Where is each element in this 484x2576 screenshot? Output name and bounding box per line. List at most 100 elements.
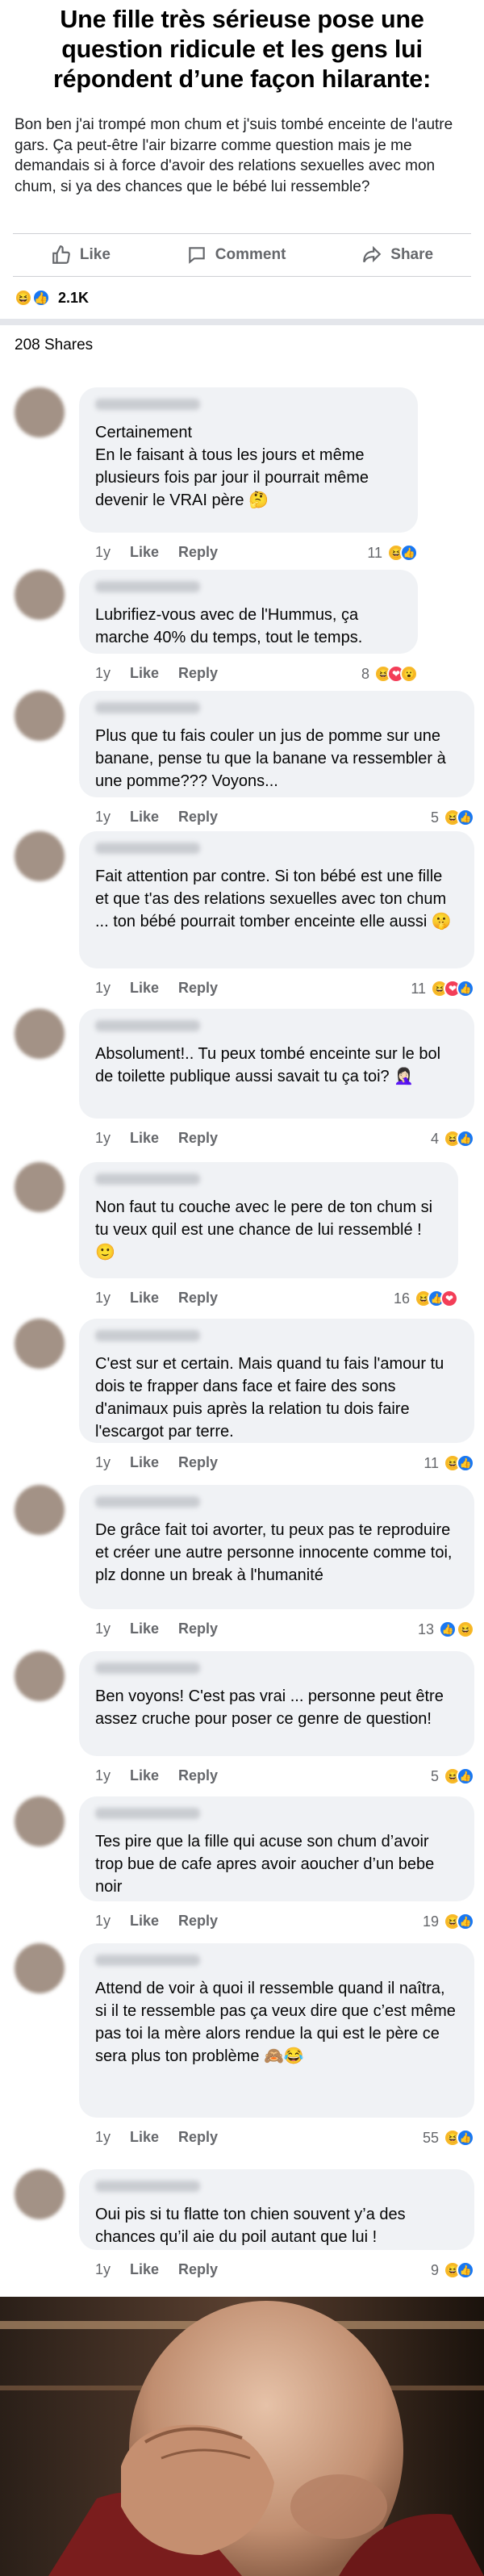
avatar[interactable] xyxy=(15,570,65,620)
comment-author-blurred[interactable] xyxy=(95,1496,200,1508)
avatar[interactable] xyxy=(15,1651,65,1701)
comment-time[interactable]: 1y xyxy=(95,665,111,682)
comment-meta: 1y Like Reply xyxy=(95,665,218,682)
comment-time[interactable]: 1y xyxy=(95,2129,111,2146)
comment-time[interactable]: 1y xyxy=(95,544,111,561)
comment-like-link[interactable]: Like xyxy=(130,1454,159,1471)
comment-like-link[interactable]: Like xyxy=(130,1130,159,1147)
comment-bubble: C'est sur et certain. Mais quand tu fais… xyxy=(79,1319,474,1443)
comment-reaction-count[interactable]: 11 😆 ❤ 👍 xyxy=(411,980,474,997)
comment-reaction-count[interactable]: 11 😆 👍 xyxy=(424,1454,474,1472)
comment-reply-link[interactable]: Reply xyxy=(178,665,218,682)
reaction-count: 2.1K xyxy=(58,289,90,306)
avatar[interactable] xyxy=(15,831,65,881)
comment-reaction-count[interactable]: 11 😆 👍 xyxy=(367,544,418,562)
comment-like-link[interactable]: Like xyxy=(130,1767,159,1784)
comment-author-blurred[interactable] xyxy=(95,1955,200,1966)
avatar[interactable] xyxy=(15,387,65,437)
avatar[interactable] xyxy=(15,1943,65,1993)
comment-reaction-count[interactable]: 8 😆 ❤ 😮 xyxy=(361,665,418,683)
comment-button[interactable]: Comment xyxy=(186,245,286,266)
share-icon xyxy=(363,245,382,263)
comment-reaction-count[interactable]: 55 😆 👍 xyxy=(423,2129,474,2147)
comment-reaction-count[interactable]: 13 👍 😆 xyxy=(418,1620,474,1638)
comment-like-link[interactable]: Like xyxy=(130,2261,159,2278)
avatar[interactable] xyxy=(15,1009,65,1059)
comment-time[interactable]: 1y xyxy=(95,1767,111,1784)
comment-reply-link[interactable]: Reply xyxy=(178,1290,218,1307)
comment-bubble: Lubrifiez-vous avec de l'Hummus, ça marc… xyxy=(79,570,418,654)
comment-reaction-number: 11 xyxy=(367,544,382,561)
comment-like-link[interactable]: Like xyxy=(130,544,159,561)
comment-time[interactable]: 1y xyxy=(95,1620,111,1637)
avatar[interactable] xyxy=(15,1485,65,1535)
comment-author-blurred[interactable] xyxy=(95,702,200,713)
comment-author-blurred[interactable] xyxy=(95,843,200,854)
like-reaction-icon: 👍 xyxy=(457,2129,474,2147)
comment-like-link[interactable]: Like xyxy=(130,809,159,826)
comment-reaction-count[interactable]: 5 😆 👍 xyxy=(431,809,474,826)
comment-author-blurred[interactable] xyxy=(95,1020,200,1031)
comment-like-link[interactable]: Like xyxy=(130,980,159,997)
comment-like-link[interactable]: Like xyxy=(130,665,159,682)
comment-text: Attend de voir à quoi il ressemble quand… xyxy=(95,1980,456,2065)
haha-reaction-icon: 😆 xyxy=(15,289,32,307)
comment-bubble: Fait attention par contre. Si ton bébé e… xyxy=(79,831,474,968)
comment-reaction-count[interactable]: 9 😆 👍 xyxy=(431,2261,474,2279)
comment-reply-link[interactable]: Reply xyxy=(178,809,218,826)
comment-author-blurred[interactable] xyxy=(95,1808,200,1819)
comment-author-blurred[interactable] xyxy=(95,581,200,592)
comment-reply-link[interactable]: Reply xyxy=(178,1913,218,1930)
avatar[interactable] xyxy=(15,1162,65,1212)
comment-author-blurred[interactable] xyxy=(95,2181,200,2192)
comment-time[interactable]: 1y xyxy=(95,809,111,826)
share-button[interactable]: Share xyxy=(361,245,433,266)
comment-reaction-count[interactable]: 5 😆 👍 xyxy=(431,1767,474,1785)
reactions-summary[interactable]: 😆 👍 2.1K xyxy=(0,277,484,319)
comment-meta: 1y Like Reply xyxy=(95,980,218,997)
avatar[interactable] xyxy=(15,1796,65,1846)
like-reaction-icon: 👍 xyxy=(32,289,50,307)
comment-reaction-count[interactable]: 19 😆 👍 xyxy=(423,1913,474,1930)
avatar[interactable] xyxy=(15,1319,65,1369)
like-button[interactable]: Like xyxy=(51,245,111,266)
comment-reply-link[interactable]: Reply xyxy=(178,1620,218,1637)
avatar[interactable] xyxy=(15,691,65,741)
comment-like-link[interactable]: Like xyxy=(130,1290,159,1307)
comment-like-link[interactable]: Like xyxy=(130,1620,159,1637)
share-count[interactable]: 208 Shares xyxy=(0,325,484,364)
comment-reply-link[interactable]: Reply xyxy=(178,1454,218,1471)
comment-meta: 1y Like Reply xyxy=(95,1913,218,1930)
comment-reply-link[interactable]: Reply xyxy=(178,544,218,561)
comment-time[interactable]: 1y xyxy=(95,980,111,997)
comment-reply-link[interactable]: Reply xyxy=(178,2261,218,2278)
comment-time[interactable]: 1y xyxy=(95,1290,111,1307)
avatar[interactable] xyxy=(15,2169,65,2219)
comment-reaction-count[interactable]: 16 😆 👍 ❤ xyxy=(394,1290,458,1307)
comment: Non faut tu couche avec le pere de ton c… xyxy=(15,1162,466,1319)
comment-time[interactable]: 1y xyxy=(95,1130,111,1147)
comment-like-link[interactable]: Like xyxy=(130,1913,159,1930)
comment-time[interactable]: 1y xyxy=(95,1454,111,1471)
love-reaction-icon: ❤ xyxy=(440,1290,458,1307)
comment-like-link[interactable]: Like xyxy=(130,2129,159,2146)
comment-author-blurred[interactable] xyxy=(95,1662,200,1674)
comment-reply-link[interactable]: Reply xyxy=(178,1767,218,1784)
comment-author-blurred[interactable] xyxy=(95,399,200,410)
comment-time[interactable]: 1y xyxy=(95,2261,111,2278)
comment-bubble: Tes pire que la fille qui acuse son chum… xyxy=(79,1796,474,1901)
comment-reaction-count[interactable]: 4 😆 👍 xyxy=(431,1130,474,1148)
like-reaction-icon: 👍 xyxy=(400,544,418,562)
comment-time[interactable]: 1y xyxy=(95,1913,111,1930)
comment-reaction-number: 4 xyxy=(430,1130,439,1147)
comment-bubble: Absolument!.. Tu peux tombé enceinte sur… xyxy=(79,1009,474,1119)
like-button-label: Like xyxy=(79,246,111,263)
comment-reply-link[interactable]: Reply xyxy=(178,980,218,997)
comment-author-blurred[interactable] xyxy=(95,1330,200,1341)
headline: Une fille très sérieuse pose une questio… xyxy=(0,0,484,100)
comment: Fait attention par contre. Si ton bébé e… xyxy=(15,831,474,1009)
comment-author-blurred[interactable] xyxy=(95,1173,200,1185)
comment-reply-link[interactable]: Reply xyxy=(178,2129,218,2146)
post-action-bar: Like Comment Share xyxy=(13,233,471,277)
comment-reply-link[interactable]: Reply xyxy=(178,1130,218,1147)
